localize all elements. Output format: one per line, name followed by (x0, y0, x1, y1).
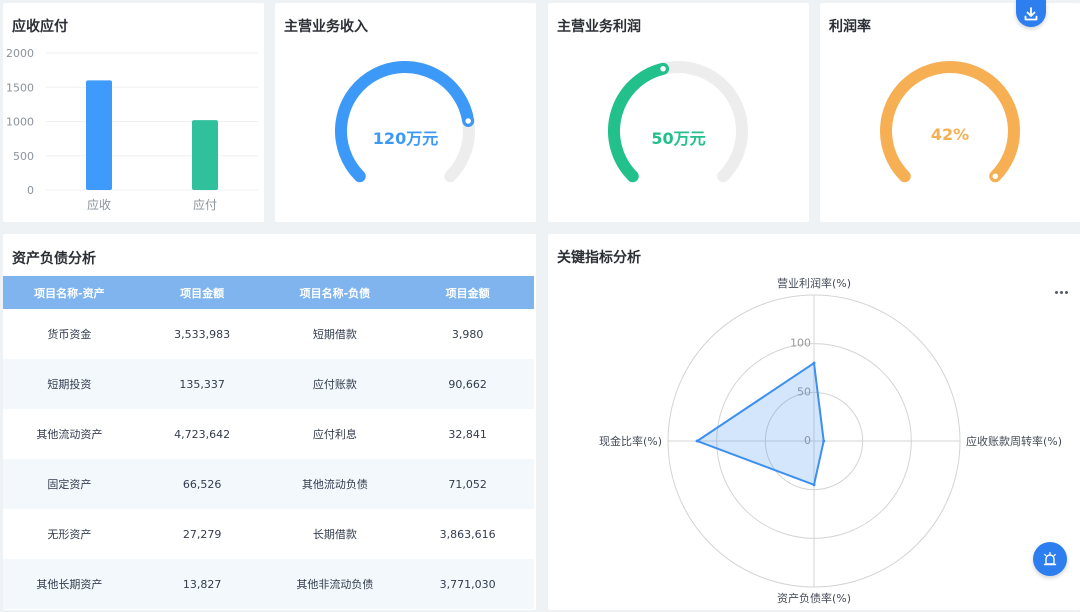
gauge-card-margin: 利润率 42% (820, 3, 1080, 222)
table-cell: 135,337 (135, 359, 269, 409)
column-header: 项目名称-负债 (268, 276, 402, 309)
table-cell: 27,279 (182, 527, 222, 541)
table-row: 短期投资 135,337 应付账款 90,662 (3, 359, 534, 409)
column-header: 项目金额 (135, 276, 269, 309)
y-tick-label: 2000 (6, 47, 34, 60)
x-tick-label: 应付 (193, 197, 217, 212)
table-cell: 其他长期资产 (3, 559, 136, 609)
download-icon (1024, 6, 1038, 20)
gauge-marker (463, 116, 473, 126)
table-cell: 3,533,983 (174, 327, 231, 341)
table-cell: 13,827 (135, 559, 269, 609)
table-cell: 3,980 (451, 327, 484, 341)
table-row: 货币资金 3,533,983 短期借款 3,980 (3, 309, 534, 359)
balance-title: 资产负债分析 (12, 251, 96, 267)
gauge-card-revenue: 主营业务收入 120万元 (275, 3, 536, 222)
gauge-progress (335, 60, 475, 183)
table-cell: 3,771,030 (401, 559, 534, 609)
table-cell: 3,863,616 (439, 527, 496, 541)
table-row: 其他长期资产 13,827 其他非流动负债 3,771,030 (3, 559, 534, 609)
table-cell: 其他流动负债 (268, 459, 402, 509)
more-icon[interactable] (1055, 286, 1071, 298)
table-cell: 32,841 (448, 427, 487, 441)
profit-gauge (608, 60, 748, 183)
table-cell: 其他流动资产 (36, 428, 103, 441)
revenue-gauge (335, 60, 475, 183)
bar (86, 80, 112, 190)
gauge-marker (991, 172, 1000, 181)
y-tick-label: 0 (27, 184, 34, 197)
y-tick-label: 500 (13, 150, 34, 163)
margin-gauge (880, 60, 1020, 183)
table-row: 固定资产 66,526 其他流动负债 71,052 (3, 459, 534, 509)
y-tick-label: 1000 (6, 116, 34, 129)
column-header: 项目金额 (401, 276, 534, 309)
table-cell: 4,723,642 (174, 427, 231, 441)
table-cell: 长期借款 (312, 528, 357, 541)
gauge-progress (608, 62, 670, 183)
table-cell: 应付利息 (312, 428, 357, 441)
table-cell: 90,662 (401, 359, 534, 409)
assistant-button[interactable] (1033, 542, 1067, 576)
x-tick-label: 应收 (87, 197, 111, 212)
receivables-bar-chart: 0 500 1000 1500 2000 应收 应付 (6, 47, 258, 212)
table-cell: 固定资产 (3, 459, 136, 509)
radar-title: 关键指标分析 (557, 250, 641, 266)
gauge-value: 50万元 (651, 129, 706, 148)
gauge-marker (658, 64, 668, 74)
assistant-icon (1043, 551, 1057, 566)
table-cell: 其他非流动负债 (268, 559, 402, 609)
table-cell: 货币资金 (47, 328, 92, 341)
gauge-value: 42% (930, 125, 970, 144)
table-row: 无形资产 27,279 长期借款 3,863,616 (3, 509, 534, 559)
gauge-progress (880, 60, 1020, 183)
table-cell: 应付账款 (268, 359, 402, 409)
receivables-card: 应收 应付 0 500 1000 1500 2000 应收 应付 (3, 3, 264, 222)
y-tick-label: 1500 (6, 81, 34, 94)
table-cell: 66,526 (135, 459, 269, 509)
column-header: 项目名称-资产 (3, 276, 136, 309)
gauge-card-profit: 主营业务利润 50万元 (548, 3, 809, 222)
table-cell: 无形资产 (47, 528, 92, 541)
table-cell: 短期投资 (3, 359, 136, 409)
table-row: 其他流动资产 4,723,642 应付利息 32,841 (3, 409, 534, 459)
table-header-row: 项目名称-资产 项目金额 项目名称-负债 项目金额 (3, 276, 534, 309)
gauge-value: 120万元 (372, 129, 439, 148)
bar (192, 120, 218, 190)
table-cell: 短期借款 (312, 328, 357, 341)
balance-table: 项目名称-资产 项目金额 项目名称-负债 项目金额 货币资金 3,533,983… (3, 276, 534, 609)
table-cell: 71,052 (401, 459, 534, 509)
radar-card: 关键指标分析 (548, 234, 1080, 610)
